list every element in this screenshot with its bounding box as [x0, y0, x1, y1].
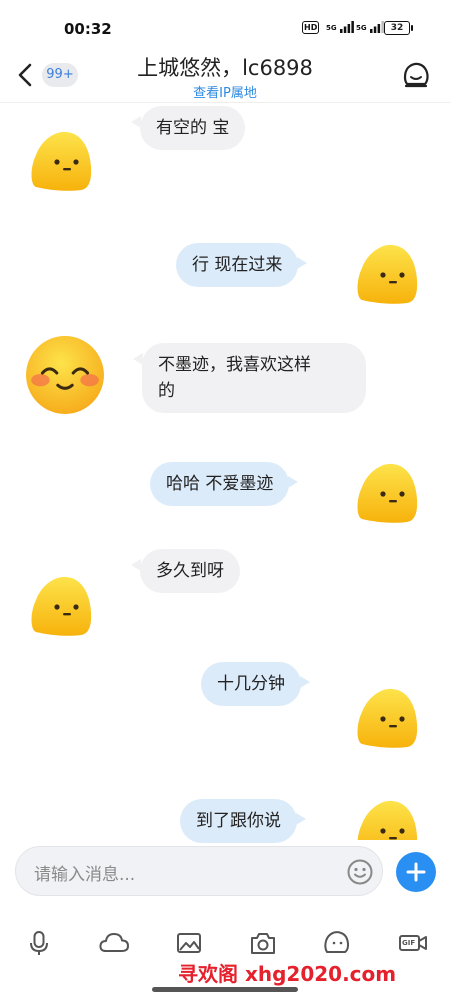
voice-button[interactable]: [24, 928, 54, 958]
battery-icon: 32: [384, 21, 413, 35]
plus-icon: [406, 862, 426, 882]
hd-icon: HD: [302, 21, 320, 34]
yellow-blob-avatar[interactable]: [352, 459, 422, 529]
profile-icon: [403, 62, 429, 88]
image-button[interactable]: [174, 928, 204, 958]
signal-5g-icon: 5G: [326, 21, 354, 35]
chat-title: 上城悠然，lc6898: [137, 56, 313, 80]
status-time: 00:32: [64, 20, 112, 38]
smiley-icon: [347, 859, 373, 885]
yellow-blob-avatar[interactable]: [26, 127, 96, 197]
message-input[interactable]: 请输入消息...: [15, 846, 383, 896]
yellow-blob-avatar[interactable]: [352, 240, 422, 310]
message-bubble-received[interactable]: 多久到呀: [131, 549, 240, 593]
microphone-icon: [30, 931, 48, 955]
chat-header: 99+ 上城悠然，lc6898 查看IP属地: [0, 50, 450, 103]
camera-button[interactable]: [248, 928, 278, 958]
emoji-icon: [324, 931, 350, 953]
message-bubble-sent[interactable]: 行 现在过来: [176, 243, 308, 287]
profile-button[interactable]: [401, 60, 431, 90]
signal-5g-icon-2: 5G: [356, 21, 384, 35]
view-ip-location-link[interactable]: 查看IP属地: [90, 82, 360, 101]
yellow-blob-avatar[interactable]: [352, 684, 422, 754]
gif-button[interactable]: GIF: [398, 928, 428, 958]
signal-label: 5G: [326, 24, 337, 32]
avatar-clip: [352, 796, 422, 840]
unread-count-badge[interactable]: 99+: [42, 63, 78, 87]
back-button[interactable]: [14, 60, 38, 90]
message-bubble-received[interactable]: 有空的 宝: [130, 106, 246, 150]
message-bubble-sent[interactable]: 哈哈 不爱墨迹: [150, 462, 299, 506]
message-bubble-received[interactable]: 不墨迹，我喜欢这样 的: [133, 343, 366, 413]
gif-label: GIF: [402, 939, 416, 947]
camera-icon: [251, 933, 275, 954]
yellow-blob-avatar[interactable]: [26, 572, 96, 642]
cloud-icon: [99, 933, 129, 952]
sticker-button[interactable]: [322, 928, 352, 958]
message-input-placeholder: 请输入消息...: [34, 865, 136, 885]
status-bar: 00:32 HD 5G 5G 32: [0, 0, 450, 50]
image-icon: [177, 933, 201, 953]
signal-label-2: 5G: [356, 24, 367, 32]
emoji-button[interactable]: [346, 858, 374, 886]
chevron-left-icon: [18, 63, 32, 87]
smiling-blush-emoji-avatar[interactable]: [24, 334, 106, 416]
more-actions-button[interactable]: [396, 852, 436, 892]
message-bubble-sent[interactable]: 十几分钟: [201, 662, 310, 706]
message-bubble-sent[interactable]: 到了跟你说: [180, 799, 306, 843]
cloud-button[interactable]: [98, 928, 130, 958]
home-indicator[interactable]: [152, 987, 298, 992]
watermark-text: 寻欢阁 xhg2020.com: [178, 962, 397, 986]
message-text-line: 的: [158, 381, 175, 401]
yellow-blob-avatar[interactable]: [352, 796, 422, 840]
message-text-line: 不墨迹，我喜欢这样: [158, 355, 311, 375]
